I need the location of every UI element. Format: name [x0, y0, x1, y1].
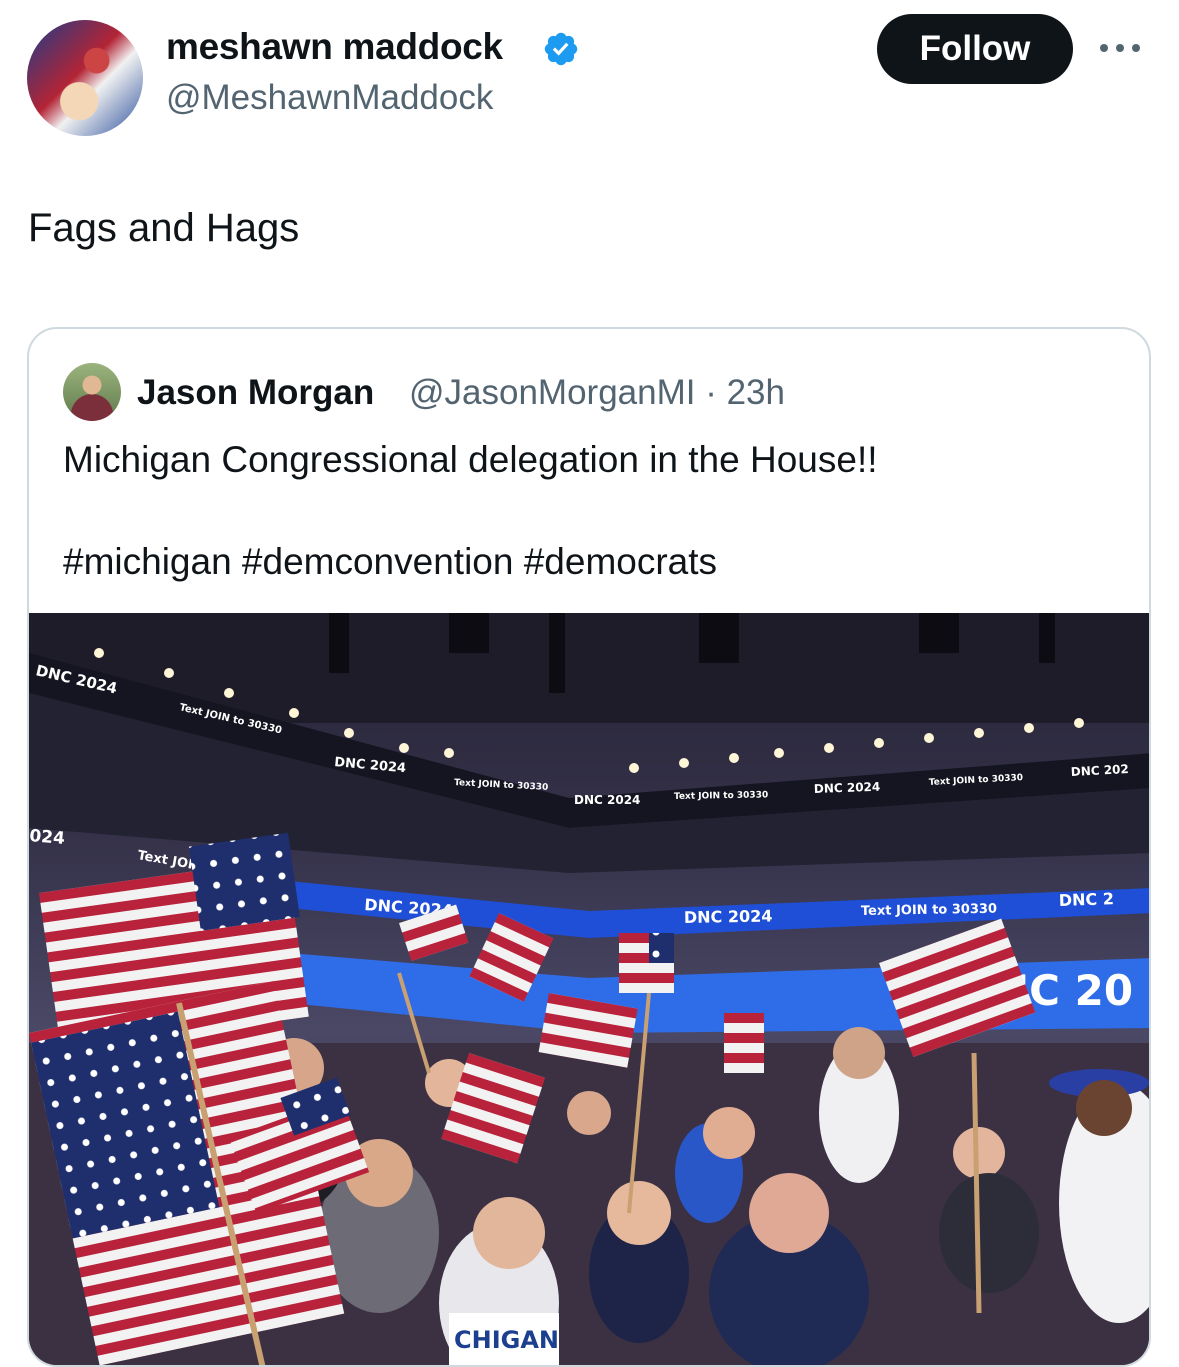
convention-photo[interactable]: DNC 2024 Text JOIN to 30330 DNC 2024 Tex… [29, 613, 1149, 1365]
quoted-author-name[interactable]: Jason Morgan [137, 373, 374, 413]
author-handle[interactable]: @MeshawnMaddock [166, 78, 493, 118]
ticker-upper-6: Text JOIN to 30330 [674, 790, 768, 802]
more-options-icon[interactable] [1100, 38, 1150, 58]
quoted-tweet[interactable]: Jason Morgan @JasonMorganMI · 23h Michig… [27, 327, 1151, 1367]
ticker-upper-7: DNC 2024 [814, 780, 881, 796]
follow-button[interactable]: Follow [877, 14, 1073, 84]
ticker-lower-4: DNC 2 [1058, 889, 1114, 910]
ticker-lower-2: DNC 2024 [684, 906, 773, 927]
ticker-lower-3: Text JOIN to 30330 [861, 902, 997, 919]
quoted-author-handle[interactable]: @JasonMorganMI · 23h [409, 373, 785, 413]
author-avatar[interactable] [27, 20, 143, 136]
tweet-text: Fags and Hags [28, 206, 300, 250]
quoted-tweet-text: Michigan Congressional delegation in the… [63, 439, 878, 480]
verified-badge-icon [544, 32, 578, 66]
quoted-hashtags[interactable]: #michigan #demconvention #democrats [63, 541, 717, 583]
author-name[interactable]: meshawn maddock [166, 26, 503, 68]
quoted-author-avatar[interactable] [63, 363, 121, 421]
ticker-upper-5: DNC 2024 [574, 793, 640, 807]
ticker-left-edge: 024 [29, 826, 66, 849]
